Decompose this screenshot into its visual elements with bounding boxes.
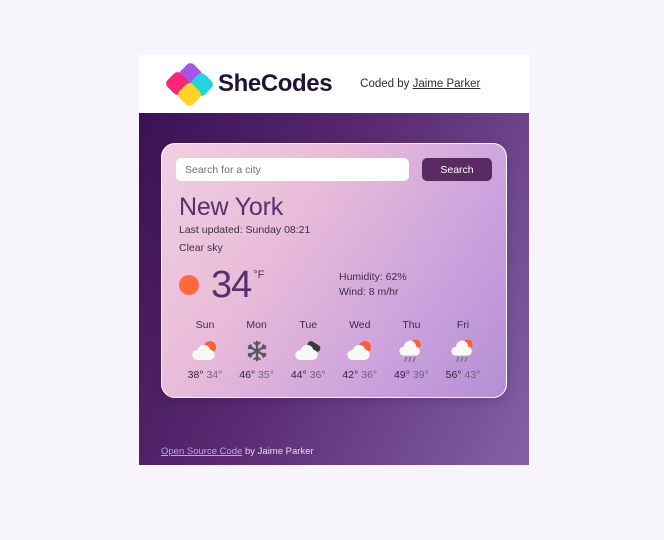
temperature-unit[interactable]: °F <box>253 269 264 281</box>
footer-credit: Open Source Code by Jaime Parker <box>161 446 314 465</box>
city-name: New York <box>179 193 284 221</box>
sun-behind-rain-cloud-icon <box>446 336 480 366</box>
shecodes-logo[interactable]: SheCodes <box>164 61 333 108</box>
forecast-low: 34° <box>206 369 223 382</box>
weather-condition-text: Clear sky <box>179 241 223 254</box>
current-conditions: 34 °F Humidity: 62% Wind: 8 m/hr <box>176 266 492 304</box>
site-header: SheCodes Coded by Jaime Parker <box>139 55 529 113</box>
forecast-low: 36° <box>361 369 378 382</box>
search-row: Search <box>176 158 492 181</box>
forecast-day: Thu 49° 39° <box>386 319 436 381</box>
forecast-day-label: Sun <box>195 319 215 332</box>
forecast-high: 42° <box>342 369 359 382</box>
current-temperature-group: 34 °F <box>179 266 339 304</box>
forecast-day-label: Wed <box>349 319 371 332</box>
forecast-day: Tue 44° 36° <box>283 319 333 381</box>
forecast-high: 38° <box>187 369 204 382</box>
forecast-day: Wed 42° 36° <box>335 319 385 381</box>
open-source-code-link[interactable]: Open Source Code <box>161 446 242 457</box>
forecast-high: 44° <box>290 369 307 382</box>
last-updated-text: Last updated: Sunday 08:21 <box>179 224 311 237</box>
forecast-temps: 44° 36° <box>291 369 326 381</box>
search-button[interactable]: Search <box>422 158 492 181</box>
forecast-day: Mon 46° 35° <box>232 319 282 381</box>
forecast-low: 35° <box>258 369 274 382</box>
forecast-temps: 38° 34° <box>188 369 223 381</box>
forecast-day-label: Tue <box>299 319 318 332</box>
sun-behind-cloud-icon <box>343 336 377 366</box>
shecodes-diamond-logo-icon <box>164 61 215 108</box>
coded-by-credit: Coded by Jaime Parker <box>360 78 480 90</box>
forecast-temps: 49° 39° <box>394 369 429 381</box>
author-link[interactable]: Jaime Parker <box>413 78 481 90</box>
forecast-high: 46° <box>239 369 256 382</box>
sun-behind-cloud-icon <box>188 336 222 366</box>
forecast-low: 39° <box>412 369 429 382</box>
forecast-temps: 46° 35° <box>239 369 274 381</box>
forecast-high: 56° <box>445 369 462 382</box>
forecast-low: 36° <box>309 369 326 382</box>
forecast-low: 43° <box>464 369 481 382</box>
forecast-day-label: Mon <box>246 319 267 332</box>
sun-icon <box>179 275 199 296</box>
forecast-day-label: Thu <box>402 319 421 332</box>
cloud-dark-icon <box>291 336 325 366</box>
forecast-row: Sun 38° 34° Mon 46° 35° Tue 44° 36° Wed … <box>176 319 492 381</box>
footer-suffix: by Jaime Parker <box>242 446 314 457</box>
current-temperature-value: 34 <box>211 264 252 307</box>
forecast-day: Fri 56° 43° <box>438 319 488 381</box>
weather-app-window: SheCodes Coded by Jaime Parker Search Ne… <box>139 55 529 465</box>
sun-behind-rain-cloud-icon <box>394 336 428 366</box>
app-stage: Search New York Last updated: Sunday 08:… <box>139 113 529 465</box>
forecast-temps: 42° 36° <box>342 369 377 381</box>
current-details: Humidity: 62% Wind: 8 m/hr <box>339 270 407 300</box>
forecast-day-label: Fri <box>456 319 470 332</box>
humidity-value: Humidity: 62% <box>339 271 407 283</box>
coded-by-prefix: Coded by <box>360 78 413 90</box>
wind-value: Wind: 8 m/hr <box>339 286 399 299</box>
forecast-day: Sun 38° 34° <box>180 319 230 381</box>
logo-wordmark: SheCodes <box>218 70 333 97</box>
forecast-high: 49° <box>394 369 410 382</box>
search-input[interactable] <box>176 158 409 181</box>
forecast-temps: 56° 43° <box>446 369 481 381</box>
weather-card: Search New York Last updated: Sunday 08:… <box>161 143 507 399</box>
snowflake-icon <box>240 336 274 366</box>
